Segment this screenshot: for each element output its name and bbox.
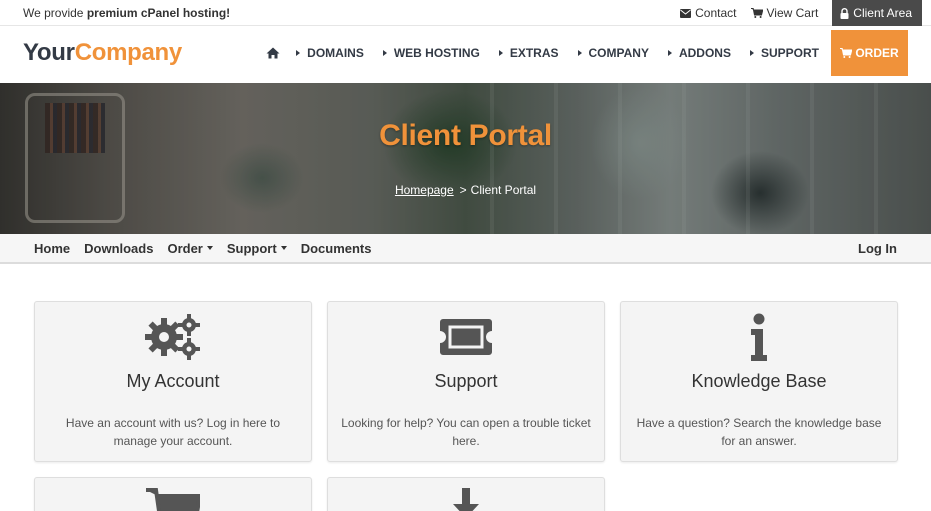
nav-company[interactable]: COMPANY [577, 46, 649, 60]
card-title: Support [434, 371, 498, 391]
nav-addons-label: ADDONS [678, 46, 731, 60]
caret-down-icon [280, 246, 287, 250]
download-icon [453, 488, 479, 511]
caret-right-icon [296, 50, 301, 56]
lock-icon [840, 7, 849, 19]
subnav-downloads-label: Downloads [84, 240, 154, 256]
home-icon [266, 47, 280, 59]
card-icon-wrap [621, 312, 897, 362]
caret-down-icon [206, 246, 213, 250]
page-title: Client Portal [379, 119, 552, 152]
card-icon-wrap [328, 312, 604, 362]
header: YourCompany DOMAINS WEB HOSTING EXTRAS C… [0, 26, 931, 83]
cart-icon [750, 8, 763, 18]
breadcrumb-separator: > [459, 183, 467, 197]
caret-right-icon [498, 50, 503, 56]
card-title: Knowledge Base [691, 371, 827, 391]
card-order[interactable] [34, 477, 312, 511]
promo-bold: premium cPanel hosting! [86, 6, 231, 20]
nav-support[interactable]: SUPPORT [749, 46, 819, 60]
subnav-order-dropdown[interactable]: Order [167, 240, 213, 256]
caret-right-icon [749, 50, 754, 56]
card-description: Have an account with us? Log in here to … [65, 416, 281, 448]
card-support[interactable]: Support Looking for help? You can open a… [327, 301, 605, 462]
card-icon-wrap [35, 312, 311, 362]
order-button[interactable]: ORDER [831, 30, 908, 76]
info-icon [751, 313, 767, 361]
caret-right-icon [382, 50, 387, 56]
card-title: My Account [126, 371, 220, 391]
top-links: Contact View Cart Client Area [680, 0, 931, 26]
secondary-nav-items: Home Downloads Order Support Documents [34, 234, 386, 262]
envelope-icon [680, 8, 692, 18]
hero-overlay [0, 83, 931, 234]
nav-extras-label: EXTRAS [509, 46, 559, 60]
client-area-label: Client Area [853, 6, 912, 20]
cart-icon [146, 488, 200, 511]
nav-addons[interactable]: ADDONS [667, 46, 731, 60]
breadcrumb-home-link[interactable]: Homepage [395, 183, 454, 197]
nav-web-hosting-label: WEB HOSTING [393, 46, 480, 60]
home-nav-button[interactable] [266, 47, 280, 59]
caret-right-icon [667, 50, 672, 56]
subnav-home[interactable]: Home [34, 241, 70, 256]
ticket-icon [440, 319, 492, 355]
nav-company-label: COMPANY [588, 46, 649, 60]
subnav-documents-label: Documents [300, 240, 372, 256]
nav-domains[interactable]: DOMAINS [296, 46, 364, 60]
subnav-support-label: Support [226, 240, 277, 256]
secondary-nav: Home Downloads Order Support Documents L… [0, 234, 931, 264]
order-label: ORDER [855, 46, 899, 60]
view-cart-link[interactable]: View Cart [750, 6, 819, 20]
login-link[interactable]: Log In [858, 241, 897, 256]
card-icon-wrap [328, 488, 604, 511]
breadcrumb-current: Client Portal [470, 183, 537, 197]
nav-domains-label: DOMAINS [307, 46, 364, 60]
view-cart-label: View Cart [766, 6, 819, 20]
nav-web-hosting[interactable]: WEB HOSTING [382, 46, 480, 60]
card-my-account[interactable]: My Account Have an account with us? Log … [34, 301, 312, 462]
cart-icon [840, 48, 853, 58]
logo-part-company: Company [74, 39, 183, 66]
caret-right-icon [577, 50, 582, 56]
main-nav: DOMAINS WEB HOSTING EXTRAS COMPANY ADDON… [266, 30, 908, 76]
nav-extras[interactable]: EXTRAS [498, 46, 559, 60]
subnav-support-dropdown[interactable]: Support [227, 241, 287, 256]
top-bar: We provide premium cPanel hosting! Conta… [0, 0, 931, 26]
logo-part-your: Your [23, 39, 75, 66]
promo-prefix: We provide [23, 6, 87, 20]
contact-link[interactable]: Contact [680, 6, 737, 20]
subnav-documents[interactable]: Documents [301, 241, 372, 256]
subnav-downloads[interactable]: Downloads [84, 241, 153, 256]
card-knowledge-base[interactable]: Knowledge Base Have a question? Search t… [620, 301, 898, 462]
contact-label: Contact [695, 6, 737, 20]
company-logo[interactable]: YourCompany [23, 39, 182, 67]
hero-banner: Client Portal Homepage > Client Portal [0, 83, 931, 234]
card-icon-wrap [35, 488, 311, 511]
subnav-home-label: Home [34, 240, 71, 256]
gears-icon [145, 314, 200, 360]
card-downloads[interactable] [327, 477, 605, 511]
client-area-button[interactable]: Client Area [832, 0, 922, 26]
breadcrumb: Homepage > Client Portal [0, 183, 931, 197]
promo-text: We provide premium cPanel hosting! [23, 6, 230, 20]
subnav-order-label: Order [167, 240, 203, 256]
card-description: Looking for help? You can open a trouble… [341, 416, 591, 448]
nav-support-label: SUPPORT [760, 46, 819, 60]
card-description: Have a question? Search the knowledge ba… [636, 416, 882, 448]
